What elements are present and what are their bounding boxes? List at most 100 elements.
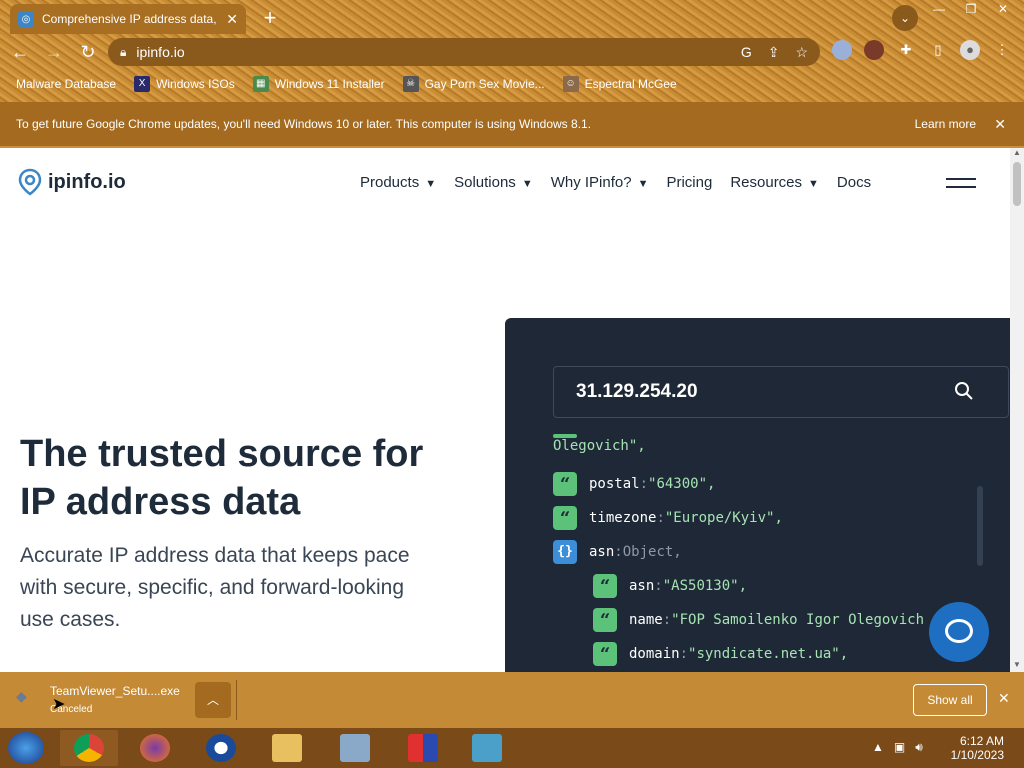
chat-bubble-icon — [945, 619, 973, 643]
network-icon[interactable]: ▣ — [894, 740, 905, 755]
taskbar-app[interactable] — [458, 730, 516, 766]
chat-support-button[interactable] — [929, 602, 989, 662]
skull-icon: ☠ — [402, 76, 419, 92]
browser-tab[interactable]: ◎ Comprehensive IP address data, I ✕ — [10, 4, 246, 34]
quote-icon: “ — [593, 642, 617, 666]
taskbar-firefox[interactable] — [126, 730, 184, 766]
restore-icon[interactable]: ❐ — [956, 0, 986, 18]
object-braces-icon: {} — [553, 540, 577, 564]
clock-time: 6:12 AM — [959, 734, 1004, 748]
bookmark-item[interactable]: X Windows ISOs — [134, 76, 235, 92]
nav-pricing[interactable]: Pricing — [666, 174, 712, 191]
hero-subtitle: Accurate IP address data that keeps pace… — [20, 544, 410, 631]
chevron-down-icon: ▼ — [521, 178, 533, 190]
minimize-icon[interactable]: — — [924, 0, 954, 18]
download-bar: ◆ TeamViewer_Setu....exe Canceled ︿ Show… — [0, 672, 1024, 728]
bookmark-item[interactable]: ▦ Windows 11 Installer — [252, 76, 385, 92]
file-icon: ◆ — [16, 688, 27, 704]
tab-search-icon[interactable]: ⌄ — [892, 5, 918, 31]
share-icon[interactable]: ⇪ — [768, 44, 780, 61]
flag-extension-icon[interactable] — [832, 40, 852, 60]
star-icon[interactable]: ☆ — [795, 44, 808, 61]
google-icon[interactable]: G — [741, 44, 752, 61]
nav-docs[interactable]: Docs — [837, 174, 871, 191]
json-line: Olegovich", — [553, 434, 646, 454]
circle-logo-icon — [206, 734, 236, 762]
window-controls: — ❐ ✕ — [924, 0, 1018, 18]
tray-expand-icon[interactable]: ▲ — [872, 740, 884, 755]
tab-close-icon[interactable]: ✕ — [226, 11, 238, 28]
clock-date: 1/10/2023 — [950, 748, 1004, 762]
json-line: “ postal: "64300", — [553, 472, 715, 496]
scroll-thumb[interactable] — [1013, 162, 1021, 206]
nav-resources[interactable]: Resources ▼ — [730, 174, 819, 191]
bookmark-label: Windows ISOs — [156, 77, 235, 91]
toolbar: ← → ↻ 🔒︎ ipinfo.io G ⇪ ☆ ✚ ▯ ● ⋮ — [0, 36, 1024, 68]
browser-chrome: ◎ Comprehensive IP address data, I ✕ + ⌄… — [0, 0, 1024, 102]
folder-icon — [272, 734, 302, 762]
side-panel-icon[interactable]: ▯ — [928, 40, 948, 60]
chevron-down-icon: ▼ — [425, 178, 437, 190]
bookmark-item[interactable]: Malware Database — [16, 77, 116, 91]
json-line: “ name: "FOP Samoilenko Igor Olegovich — [593, 608, 924, 632]
scroll-up-icon[interactable]: ▲ — [1010, 148, 1024, 160]
download-options-chevron-icon[interactable]: ︿ — [195, 682, 231, 718]
firefox-icon — [140, 734, 170, 762]
new-tab-button[interactable]: + — [258, 6, 282, 30]
bookmark-item[interactable]: ☠ Gay Porn Sex Movie... — [402, 76, 545, 92]
volume-icon[interactable]: 🔊︎ — [915, 740, 923, 755]
show-all-button[interactable]: Show all — [913, 684, 987, 716]
nav-why-ipinfo[interactable]: Why IPinfo? ▼ — [551, 174, 649, 191]
blocks-icon — [408, 734, 438, 762]
learn-more-link[interactable]: Learn more — [915, 117, 976, 131]
back-icon[interactable]: ← — [6, 38, 34, 66]
json-line: “ timezone: "Europe/Kyiv", — [553, 506, 783, 530]
forward-icon[interactable]: → — [40, 38, 68, 66]
demo-scrollbar[interactable] — [977, 486, 983, 566]
location-pin-icon — [18, 168, 42, 196]
chrome-icon — [74, 734, 104, 762]
profile-avatar-icon[interactable]: ● — [960, 40, 980, 60]
site-logo[interactable]: ipinfo.io — [18, 168, 126, 196]
profile-extension-icon[interactable] — [864, 40, 884, 60]
nav-products[interactable]: Products ▼ — [360, 174, 436, 191]
nav-solutions[interactable]: Solutions ▼ — [454, 174, 533, 191]
taskbar-app-obama[interactable] — [192, 730, 250, 766]
main-nav: Products ▼ Solutions ▼ Why IPinfo? ▼ Pricin… — [360, 174, 871, 191]
taskbar-app[interactable] — [394, 730, 452, 766]
puzzle-icon[interactable]: ✚ — [896, 40, 916, 60]
window-close-icon[interactable]: ✕ — [988, 0, 1018, 18]
quote-icon: “ — [593, 574, 617, 598]
chevron-down-icon: ▼ — [808, 178, 819, 190]
json-line: “ asn: "AS50130", — [593, 574, 747, 598]
address-bar[interactable]: 🔒︎ ipinfo.io G ⇪ ☆ — [108, 38, 820, 66]
web-page: ipinfo.io Products ▼ Solutions ▼ Why IPinf… — [0, 148, 1024, 672]
logo-text: ipinfo.io — [48, 170, 126, 193]
download-bar-close-icon[interactable]: ✕ — [998, 690, 1010, 707]
taskbar-app[interactable] — [326, 730, 384, 766]
face-icon: ☺ — [562, 76, 579, 92]
menu-dots-icon[interactable]: ⋮ — [992, 40, 1012, 60]
start-button-icon[interactable] — [8, 732, 44, 764]
search-icon[interactable] — [954, 381, 974, 401]
reload-icon[interactable]: ↻ — [74, 38, 102, 66]
bookmarks-bar: Malware Database X Windows ISOs ▦ Window… — [0, 70, 1024, 98]
hamburger-menu-icon[interactable] — [946, 178, 976, 194]
windows-taskbar: ▲ ▣ 🔊︎ 6:12 AM 1/10/2023 — [0, 728, 1024, 768]
json-line[interactable]: {} asn: Object, — [553, 540, 682, 564]
bookmark-item[interactable]: ☺ Espectral McGee — [562, 76, 677, 92]
bookmark-label: Malware Database — [16, 77, 117, 91]
mouse-cursor-icon: ➤ — [52, 696, 66, 713]
download-item[interactable]: ◆ TeamViewer_Setu....exe Canceled — [16, 682, 180, 715]
ip-search-input[interactable]: 31.129.254.20 — [553, 366, 1009, 418]
infobar-close-icon[interactable]: ✕ — [994, 116, 1006, 133]
taskbar-explorer[interactable] — [258, 730, 316, 766]
extensions-area: ✚ ▯ ● ⋮ — [832, 40, 1012, 60]
scroll-down-icon[interactable]: ▼ — [1010, 660, 1024, 672]
lock-icon: 🔒︎ — [120, 44, 127, 59]
taskbar-chrome[interactable] — [60, 730, 118, 766]
page-scrollbar[interactable]: ▲ ▼ — [1010, 148, 1024, 672]
quote-icon: “ — [553, 506, 577, 530]
ip-value: 31.129.254.20 — [576, 381, 698, 402]
clock[interactable]: 6:12 AM 1/10/2023 — [951, 734, 1004, 762]
